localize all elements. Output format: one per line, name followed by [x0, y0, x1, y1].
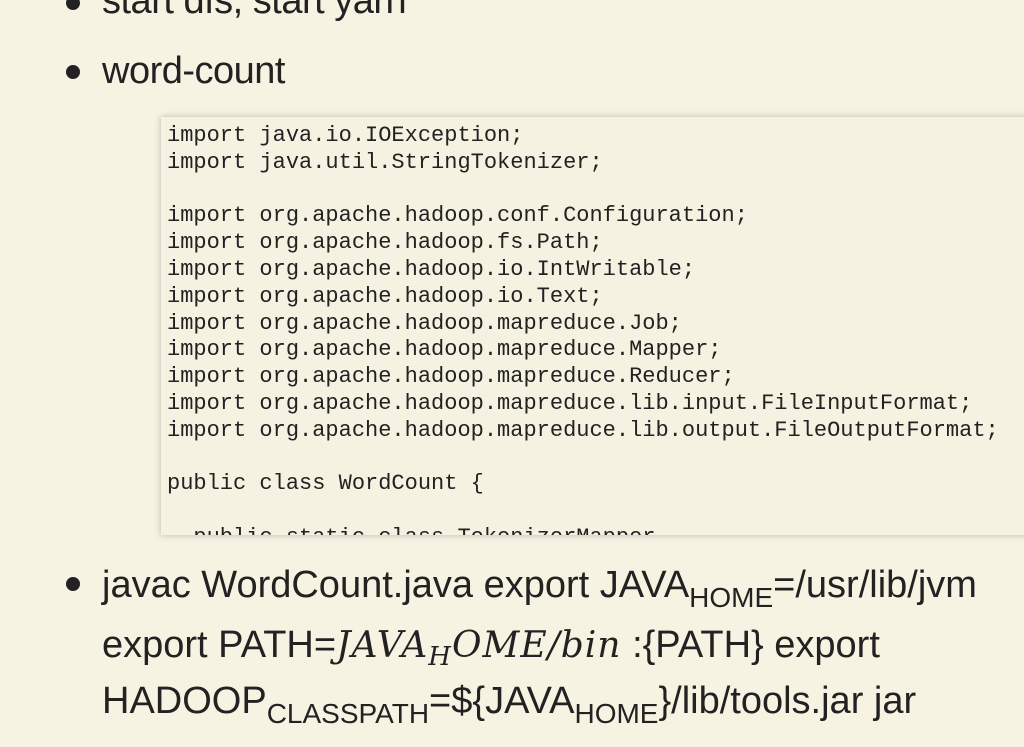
code-line: import org.apache.hadoop.mapreduce.Job;	[167, 310, 682, 336]
para-text: javac WordCount.java export JAVA	[102, 564, 690, 606]
para-text: }/lib/tools.jar jar	[658, 680, 917, 722]
para-text: =/usr/lib/jvm	[773, 564, 977, 606]
math-text: JAVA	[336, 625, 429, 666]
code-line: import java.io.IOException;	[167, 123, 524, 148]
bullet-word-count: word-count	[102, 50, 285, 92]
code-line: import org.apache.hadoop.io.IntWritable;	[167, 256, 696, 282]
code-line: public static class TokenizerMapper	[167, 525, 999, 535]
code-line: import org.apache.hadoop.mapreduce.lib.o…	[167, 417, 999, 443]
paragraph-line: javac WordCount.java export JAVAHOME=/us…	[102, 564, 977, 613]
code-line: import org.apache.hadoop.io.Text;	[167, 283, 603, 309]
code-line: import org.apache.hadoop.mapreduce.Reduc…	[167, 364, 735, 390]
para-text: =${JAVA	[429, 680, 575, 722]
code-line: import org.apache.hadoop.mapreduce.Mappe…	[167, 337, 722, 363]
code-text: import java.io.IOException; import java.u…	[167, 123, 999, 535]
paragraph-line: export PATH=JAVAHOME/bin :{PATH} export	[102, 624, 880, 672]
code-line: import org.apache.hadoop.conf.Configurat…	[167, 203, 748, 229]
bullet-start-dfs-yarn: start dfs, start yarn	[102, 0, 407, 22]
code-line: import org.apache.hadoop.mapreduce.lib.i…	[167, 390, 973, 416]
bullet-dot	[66, 65, 80, 79]
bullet-dot	[66, 0, 80, 10]
code-line: import org.apache.hadoop.fs.Path;	[167, 230, 603, 256]
slide: start dfs, start yarn word-count import …	[0, 0, 1024, 747]
code-line: public class WordCount {	[167, 471, 484, 497]
math-expression: JAVAHOME/bin	[336, 625, 622, 672]
para-text: :{PATH} export	[632, 624, 880, 666]
para-text: export PATH=	[102, 624, 337, 666]
para-subscript: CLASSPATH	[266, 698, 430, 729]
math-text: OME/bin	[451, 625, 622, 666]
para-subscript: HOME	[574, 698, 659, 729]
paragraph-line: HADOOPCLASSPATH=${JAVAHOME}/lib/tools.ja…	[102, 680, 917, 729]
code-block[interactable]: import java.io.IOException; import java.u…	[161, 117, 1024, 535]
math-subscript: H	[428, 642, 452, 672]
code-line: import java.util.StringTokenizer;	[167, 149, 603, 175]
para-text: HADOOP	[102, 680, 267, 722]
bullet-dot	[66, 577, 80, 591]
para-subscript: HOME	[689, 582, 774, 613]
